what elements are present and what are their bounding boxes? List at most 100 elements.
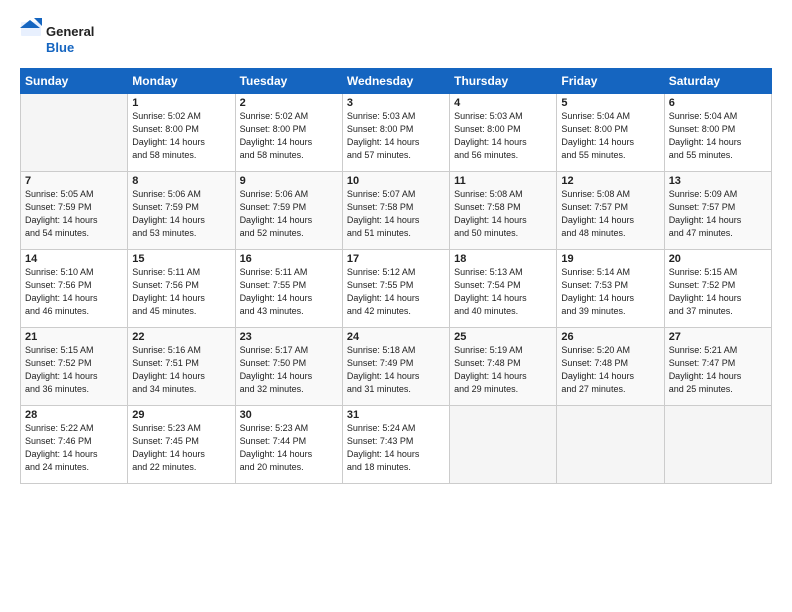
day-info: Sunrise: 5:11 AM Sunset: 7:55 PM Dayligh… (240, 266, 338, 318)
day-number: 18 (454, 253, 552, 265)
day-info: Sunrise: 5:07 AM Sunset: 7:58 PM Dayligh… (347, 188, 445, 240)
calendar-cell: 20Sunrise: 5:15 AM Sunset: 7:52 PM Dayli… (664, 250, 771, 328)
day-info: Sunrise: 5:23 AM Sunset: 7:44 PM Dayligh… (240, 422, 338, 474)
calendar-cell: 23Sunrise: 5:17 AM Sunset: 7:50 PM Dayli… (235, 328, 342, 406)
weekday-header: Monday (128, 69, 235, 94)
calendar-cell: 1Sunrise: 5:02 AM Sunset: 8:00 PM Daylig… (128, 94, 235, 172)
day-info: Sunrise: 5:08 AM Sunset: 7:57 PM Dayligh… (561, 188, 659, 240)
weekday-header: Saturday (664, 69, 771, 94)
day-info: Sunrise: 5:14 AM Sunset: 7:53 PM Dayligh… (561, 266, 659, 318)
weekday-header: Wednesday (342, 69, 449, 94)
calendar-cell: 9Sunrise: 5:06 AM Sunset: 7:59 PM Daylig… (235, 172, 342, 250)
day-info: Sunrise: 5:11 AM Sunset: 7:56 PM Dayligh… (132, 266, 230, 318)
day-number: 24 (347, 331, 445, 343)
page-header: General Blue (20, 18, 772, 58)
weekday-header: Tuesday (235, 69, 342, 94)
day-number: 7 (25, 175, 123, 187)
day-number: 26 (561, 331, 659, 343)
day-number: 4 (454, 97, 552, 109)
calendar-week-row: 1Sunrise: 5:02 AM Sunset: 8:00 PM Daylig… (21, 94, 772, 172)
calendar-cell: 3Sunrise: 5:03 AM Sunset: 8:00 PM Daylig… (342, 94, 449, 172)
day-number: 8 (132, 175, 230, 187)
calendar-week-row: 21Sunrise: 5:15 AM Sunset: 7:52 PM Dayli… (21, 328, 772, 406)
day-info: Sunrise: 5:06 AM Sunset: 7:59 PM Dayligh… (240, 188, 338, 240)
day-number: 5 (561, 97, 659, 109)
day-number: 17 (347, 253, 445, 265)
calendar-cell: 6Sunrise: 5:04 AM Sunset: 8:00 PM Daylig… (664, 94, 771, 172)
calendar-cell: 24Sunrise: 5:18 AM Sunset: 7:49 PM Dayli… (342, 328, 449, 406)
day-info: Sunrise: 5:08 AM Sunset: 7:58 PM Dayligh… (454, 188, 552, 240)
calendar-cell: 15Sunrise: 5:11 AM Sunset: 7:56 PM Dayli… (128, 250, 235, 328)
calendar-cell: 13Sunrise: 5:09 AM Sunset: 7:57 PM Dayli… (664, 172, 771, 250)
calendar-cell (664, 406, 771, 484)
calendar-cell: 12Sunrise: 5:08 AM Sunset: 7:57 PM Dayli… (557, 172, 664, 250)
day-number: 15 (132, 253, 230, 265)
calendar-cell: 21Sunrise: 5:15 AM Sunset: 7:52 PM Dayli… (21, 328, 128, 406)
calendar-cell: 5Sunrise: 5:04 AM Sunset: 8:00 PM Daylig… (557, 94, 664, 172)
calendar-cell: 16Sunrise: 5:11 AM Sunset: 7:55 PM Dayli… (235, 250, 342, 328)
calendar-cell: 8Sunrise: 5:06 AM Sunset: 7:59 PM Daylig… (128, 172, 235, 250)
day-number: 19 (561, 253, 659, 265)
weekday-header: Sunday (21, 69, 128, 94)
day-number: 9 (240, 175, 338, 187)
day-number: 27 (669, 331, 767, 343)
calendar-cell: 31Sunrise: 5:24 AM Sunset: 7:43 PM Dayli… (342, 406, 449, 484)
day-number: 23 (240, 331, 338, 343)
day-info: Sunrise: 5:06 AM Sunset: 7:59 PM Dayligh… (132, 188, 230, 240)
day-number: 14 (25, 253, 123, 265)
day-info: Sunrise: 5:04 AM Sunset: 8:00 PM Dayligh… (669, 110, 767, 162)
day-number: 11 (454, 175, 552, 187)
day-number: 12 (561, 175, 659, 187)
day-info: Sunrise: 5:12 AM Sunset: 7:55 PM Dayligh… (347, 266, 445, 318)
day-info: Sunrise: 5:13 AM Sunset: 7:54 PM Dayligh… (454, 266, 552, 318)
svg-text:Blue: Blue (46, 40, 74, 55)
calendar-cell: 26Sunrise: 5:20 AM Sunset: 7:48 PM Dayli… (557, 328, 664, 406)
day-number: 20 (669, 253, 767, 265)
calendar-cell: 30Sunrise: 5:23 AM Sunset: 7:44 PM Dayli… (235, 406, 342, 484)
svg-text:General: General (46, 24, 94, 39)
day-number: 2 (240, 97, 338, 109)
day-info: Sunrise: 5:15 AM Sunset: 7:52 PM Dayligh… (25, 344, 123, 396)
calendar-cell: 17Sunrise: 5:12 AM Sunset: 7:55 PM Dayli… (342, 250, 449, 328)
day-number: 10 (347, 175, 445, 187)
day-number: 22 (132, 331, 230, 343)
day-info: Sunrise: 5:18 AM Sunset: 7:49 PM Dayligh… (347, 344, 445, 396)
day-info: Sunrise: 5:09 AM Sunset: 7:57 PM Dayligh… (669, 188, 767, 240)
day-info: Sunrise: 5:19 AM Sunset: 7:48 PM Dayligh… (454, 344, 552, 396)
day-info: Sunrise: 5:16 AM Sunset: 7:51 PM Dayligh… (132, 344, 230, 396)
calendar-week-row: 14Sunrise: 5:10 AM Sunset: 7:56 PM Dayli… (21, 250, 772, 328)
calendar-cell (450, 406, 557, 484)
day-info: Sunrise: 5:04 AM Sunset: 8:00 PM Dayligh… (561, 110, 659, 162)
calendar-cell: 25Sunrise: 5:19 AM Sunset: 7:48 PM Dayli… (450, 328, 557, 406)
day-info: Sunrise: 5:10 AM Sunset: 7:56 PM Dayligh… (25, 266, 123, 318)
day-info: Sunrise: 5:03 AM Sunset: 8:00 PM Dayligh… (347, 110, 445, 162)
day-number: 25 (454, 331, 552, 343)
day-info: Sunrise: 5:22 AM Sunset: 7:46 PM Dayligh… (25, 422, 123, 474)
calendar-cell: 2Sunrise: 5:02 AM Sunset: 8:00 PM Daylig… (235, 94, 342, 172)
calendar-cell: 27Sunrise: 5:21 AM Sunset: 7:47 PM Dayli… (664, 328, 771, 406)
calendar-cell: 4Sunrise: 5:03 AM Sunset: 8:00 PM Daylig… (450, 94, 557, 172)
day-info: Sunrise: 5:21 AM Sunset: 7:47 PM Dayligh… (669, 344, 767, 396)
calendar-cell: 28Sunrise: 5:22 AM Sunset: 7:46 PM Dayli… (21, 406, 128, 484)
calendar-cell: 18Sunrise: 5:13 AM Sunset: 7:54 PM Dayli… (450, 250, 557, 328)
day-number: 3 (347, 97, 445, 109)
logo: General Blue (20, 18, 100, 58)
day-number: 16 (240, 253, 338, 265)
day-info: Sunrise: 5:02 AM Sunset: 8:00 PM Dayligh… (132, 110, 230, 162)
weekday-header: Friday (557, 69, 664, 94)
day-number: 31 (347, 409, 445, 421)
day-info: Sunrise: 5:15 AM Sunset: 7:52 PM Dayligh… (669, 266, 767, 318)
day-info: Sunrise: 5:20 AM Sunset: 7:48 PM Dayligh… (561, 344, 659, 396)
calendar-cell: 10Sunrise: 5:07 AM Sunset: 7:58 PM Dayli… (342, 172, 449, 250)
calendar-cell (21, 94, 128, 172)
day-number: 6 (669, 97, 767, 109)
calendar-cell: 7Sunrise: 5:05 AM Sunset: 7:59 PM Daylig… (21, 172, 128, 250)
calendar-cell: 19Sunrise: 5:14 AM Sunset: 7:53 PM Dayli… (557, 250, 664, 328)
calendar-cell: 29Sunrise: 5:23 AM Sunset: 7:45 PM Dayli… (128, 406, 235, 484)
day-info: Sunrise: 5:02 AM Sunset: 8:00 PM Dayligh… (240, 110, 338, 162)
calendar-cell: 14Sunrise: 5:10 AM Sunset: 7:56 PM Dayli… (21, 250, 128, 328)
day-number: 13 (669, 175, 767, 187)
day-info: Sunrise: 5:23 AM Sunset: 7:45 PM Dayligh… (132, 422, 230, 474)
calendar-cell: 11Sunrise: 5:08 AM Sunset: 7:58 PM Dayli… (450, 172, 557, 250)
day-number: 30 (240, 409, 338, 421)
